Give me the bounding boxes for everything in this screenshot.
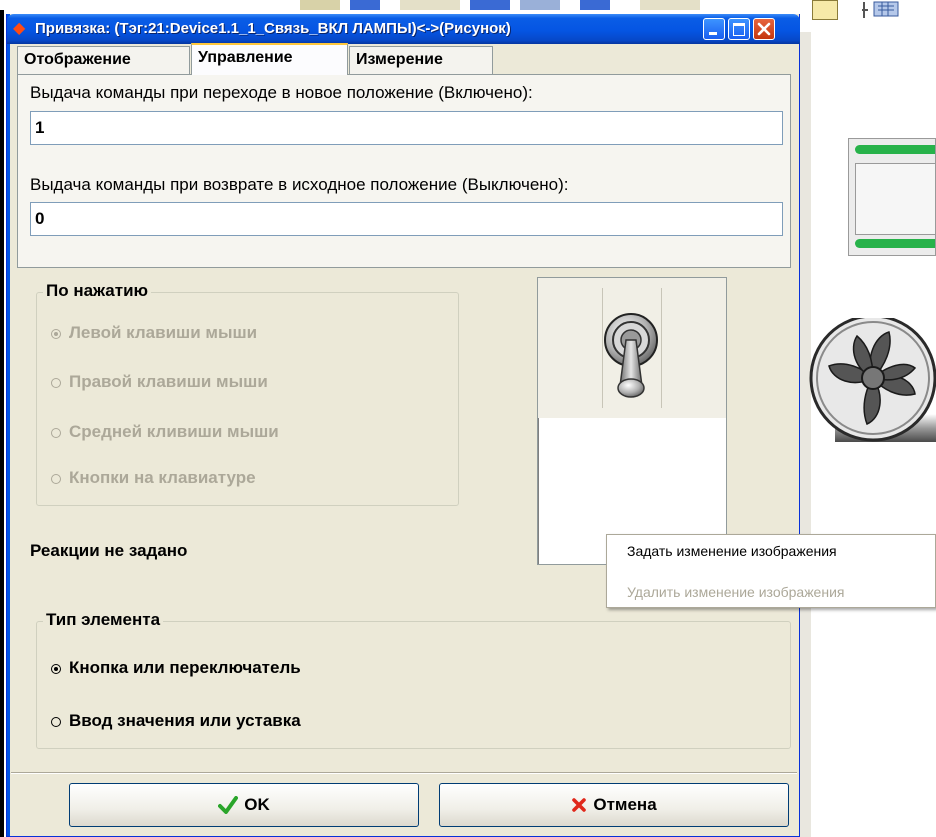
background-window-edge <box>0 10 4 837</box>
toggle-switch-icon <box>604 313 658 398</box>
image-preview[interactable] <box>537 277 727 565</box>
element-type-title: Тип элемента <box>43 610 164 630</box>
on-command-input[interactable] <box>30 111 783 145</box>
background-toolbar-button[interactable] <box>812 0 838 20</box>
maximize-button[interactable] <box>728 18 750 40</box>
reaction-status: Реакции не задано <box>30 541 188 560</box>
menu-item-delete-image-change[interactable]: Удалить изменение изображения <box>627 584 844 600</box>
minimize-button[interactable] <box>703 18 725 40</box>
off-command-input[interactable] <box>30 202 783 236</box>
window-title: Привязка: (Тэг:21:Device1.1_1_Связь_ВКЛ … <box>35 20 511 37</box>
tab-measure[interactable]: Измерение <box>349 46 493 74</box>
radio-icon <box>51 663 61 674</box>
radio-label: Кнопки на клавиатуре <box>69 468 256 487</box>
cancel-button[interactable]: Отмена <box>439 783 789 827</box>
tab-display[interactable]: Отображение <box>17 46 190 74</box>
diamond-icon: ◆ <box>13 20 26 37</box>
menu-item-set-image-change[interactable]: Задать изменение изображения <box>627 543 837 559</box>
radio-icon <box>51 328 61 339</box>
cancel-label: Отмена <box>593 795 657 814</box>
cross-icon <box>572 798 587 812</box>
close-icon <box>757 22 771 36</box>
background-device-panel[interactable] <box>848 138 936 256</box>
background-panel-led-top <box>855 145 935 154</box>
radio-keyboard[interactable]: Кнопки на клавиатуре <box>51 468 256 488</box>
button-separator <box>11 772 797 774</box>
checkmark-icon <box>218 796 239 814</box>
radio-icon <box>51 377 61 388</box>
background-panel-body <box>855 163 935 235</box>
radio-value-input[interactable]: Ввод значения или уставка <box>51 711 301 731</box>
tab-panel-control: Выдача команды при переходе в новое поло… <box>17 74 791 268</box>
title-bar[interactable]: ◆ Привязка: (Тэг:21:Device1.1_1_Связь_ВК… <box>7 14 800 44</box>
radio-label: Правой клавиши мыши <box>69 372 268 391</box>
radio-icon <box>51 473 61 484</box>
radio-label: Кнопка или переключатель <box>69 658 301 677</box>
element-type-group: Тип элемента Кнопка или переключатель Вв… <box>36 610 791 749</box>
press-group-title: По нажатию <box>43 281 152 301</box>
fan-icon[interactable] <box>805 318 936 458</box>
radio-label: Средней кливиши мыши <box>69 422 279 441</box>
background-panel-led-bottom <box>855 239 935 248</box>
ok-label: OK <box>244 795 270 814</box>
radio-right-mouse[interactable]: Правой клавиши мыши <box>51 372 268 392</box>
background-toolbar-strip <box>0 0 936 10</box>
tab-control[interactable]: Управление <box>191 43 348 75</box>
close-button[interactable] <box>753 18 775 40</box>
radio-left-mouse[interactable]: Левой клавиши мыши <box>51 323 257 343</box>
radio-label: Левой клавиши мыши <box>69 323 258 342</box>
context-menu: Задать изменение изображения Удалить изм… <box>606 534 936 608</box>
radio-icon <box>51 716 61 727</box>
radio-label: Ввод значения или уставка <box>69 711 301 730</box>
radio-button-switch[interactable]: Кнопка или переключатель <box>51 658 301 678</box>
ok-button[interactable]: OK <box>69 783 419 827</box>
radio-middle-mouse[interactable]: Средней кливиши мыши <box>51 422 279 442</box>
radio-icon <box>51 427 61 438</box>
background-toolbar-tool-icon[interactable] <box>860 0 904 26</box>
preview-image-area <box>538 278 726 418</box>
on-command-label: Выдача команды при переходе в новое поло… <box>30 83 533 102</box>
binding-dialog: ◆ Привязка: (Тэг:21:Device1.1_1_Связь_ВК… <box>6 14 800 837</box>
press-group: По нажатию Левой клавиши мыши Правой кла… <box>36 281 459 506</box>
off-command-label: Выдача команды при возврате в исходное п… <box>30 175 569 194</box>
